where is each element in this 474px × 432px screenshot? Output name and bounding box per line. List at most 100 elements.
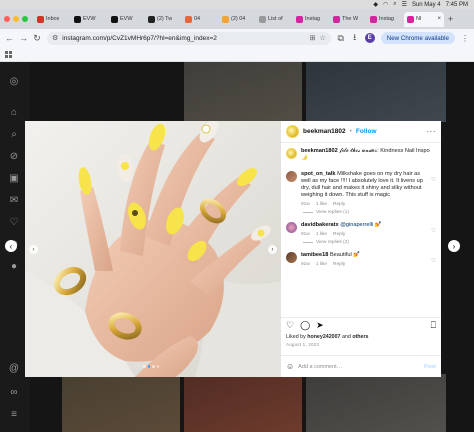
extensions-icon[interactable]: ⧉ (337, 33, 345, 44)
bookmark-star-icon[interactable]: ☆ (319, 34, 325, 42)
browser-tab[interactable]: The W (330, 12, 366, 27)
minimize-window-button[interactable] (13, 16, 19, 22)
url-text[interactable]: instagram.com/p/CvZ1vMHr6p7/?hl=en&img_i… (62, 35, 305, 42)
search-icon[interactable]: ⌕ (8, 128, 20, 140)
url-bar[interactable]: ⚙ instagram.com/p/CvZ1vMHr6p7/?hl=en&img… (47, 31, 331, 45)
profile-avatar[interactable]: E (364, 33, 375, 43)
post-modal: ‹ › beekman1802 • Follow ··· beekman1802… (25, 121, 441, 377)
likes-username[interactable]: honey242007 (307, 334, 340, 340)
threads-icon[interactable]: @ (8, 362, 20, 374)
author-avatar[interactable] (286, 148, 297, 159)
control-center-icon[interactable]: ☰ (402, 1, 407, 8)
view-replies-label[interactable]: View replies (1) (316, 210, 349, 215)
next-post-button[interactable]: › (448, 240, 460, 252)
maximize-window-button[interactable] (22, 16, 28, 22)
post-date: August 1, 2023 (286, 342, 320, 347)
browser-tab[interactable]: EVW (108, 12, 144, 27)
site-info-icon[interactable]: ⚙ (52, 34, 58, 42)
view-replies-label[interactable]: View replies (2) (316, 240, 349, 245)
commenter-avatar[interactable] (286, 222, 297, 233)
close-window-button[interactable] (4, 16, 10, 22)
meta-icon[interactable]: ∞ (8, 386, 20, 398)
grid-photo[interactable] (306, 62, 446, 122)
apps-grid-icon[interactable] (5, 50, 12, 58)
browser-tab[interactable]: EVW (71, 12, 107, 27)
author-avatar[interactable] (286, 125, 299, 138)
new-tab-button[interactable]: + (448, 14, 453, 24)
translate-icon[interactable]: ⊞ (310, 34, 316, 42)
address-toolbar: ← → ↻ ⚙ instagram.com/p/CvZ1vMHr6p7/?hl=… (0, 29, 474, 47)
chrome-menu-icon[interactable]: ⋮ (461, 34, 469, 43)
comment-mention[interactable]: @ginaperrelli 💅 (340, 222, 382, 228)
post-sidebar: beekman1802 • Follow ··· beekman1802 𝓯𝓲𝓵… (281, 121, 441, 377)
browser-tab[interactable]: Nl × (404, 11, 444, 27)
browser-tab[interactable]: List of (256, 12, 292, 27)
tab-title: (2) 04 (231, 16, 246, 22)
reels-icon[interactable]: ▣ (8, 172, 20, 184)
view-replies-button[interactable]: View replies (1) (281, 210, 441, 215)
tab-favicon-icon (259, 15, 266, 23)
notifications-heart-icon[interactable]: ♡ (8, 216, 20, 228)
grid-photo[interactable] (306, 374, 446, 432)
like-comment-heart-icon[interactable]: ♡ (431, 258, 436, 268)
like-comment-heart-icon[interactable]: ♡ (431, 228, 436, 238)
comment-bubble-icon[interactable]: ◯ (300, 320, 310, 331)
comment-likes[interactable]: 1 like (316, 231, 327, 238)
comment-likes[interactable]: 1 like (316, 201, 327, 208)
commenter-avatar[interactable] (286, 252, 297, 263)
tab-title: Nl (416, 16, 422, 22)
photo-next-button[interactable]: › (268, 245, 277, 254)
profile-icon[interactable]: ● (8, 260, 20, 272)
save-bookmark-icon[interactable]: ⎕ (431, 320, 436, 331)
browser-tab[interactable]: (2) 04 (219, 12, 255, 27)
previous-post-button[interactable]: ‹ (5, 240, 17, 252)
back-arrow-icon[interactable]: ← (5, 33, 14, 43)
browser-tab[interactable]: Inbox (34, 12, 70, 27)
grid-photo[interactable] (184, 374, 302, 432)
reload-icon[interactable]: ↻ (33, 33, 41, 44)
more-menu-icon[interactable]: ≡ (8, 408, 20, 420)
post-photo[interactable]: ‹ › (25, 121, 281, 377)
reply-button[interactable]: Reply (333, 201, 345, 208)
emoji-icon[interactable]: ☺ (286, 362, 294, 371)
reply-button[interactable]: Reply (333, 261, 345, 268)
explore-icon[interactable]: ⊘ (8, 150, 20, 162)
view-replies-button[interactable]: View replies (2) (281, 240, 441, 245)
author-username[interactable]: beekman1802 (303, 128, 346, 135)
wifi-icon[interactable]: ◠ (383, 1, 388, 8)
commenter-avatar[interactable] (286, 171, 297, 182)
share-paper-plane-icon[interactable]: ➤ (316, 320, 324, 331)
comment-username[interactable]: davidbakeratx (301, 222, 339, 228)
follow-button[interactable]: Follow (356, 128, 377, 135)
browser-tab[interactable]: 04 (182, 12, 218, 27)
comment-username[interactable]: spot_on_talk (301, 171, 336, 177)
messages-icon[interactable]: ✉ (8, 194, 20, 206)
caption-username[interactable]: beekman1802 (301, 148, 338, 154)
photo-previous-button[interactable]: ‹ (29, 245, 38, 254)
close-tab-icon[interactable]: × (437, 16, 441, 22)
tab-favicon-icon (407, 15, 414, 23)
reply-button[interactable]: Reply (333, 231, 345, 238)
new-chrome-available-button[interactable]: New Chrome available (380, 32, 455, 44)
home-icon[interactable]: ⌂ (8, 106, 20, 118)
add-comment-bar: ☺ Add a comment… Post (281, 355, 441, 377)
instagram-logo-icon[interactable]: ◎ (8, 75, 20, 87)
like-comment-heart-icon[interactable]: ♡ (431, 177, 436, 208)
grid-photo[interactable] (62, 374, 180, 432)
grid-photo[interactable] (62, 62, 180, 122)
browser-tab[interactable]: (2) Tw (145, 12, 181, 27)
browser-tab[interactable]: Instag (293, 12, 329, 27)
post-comment-button[interactable]: Post (424, 364, 436, 370)
comment-username[interactable]: tamibee18 (301, 252, 328, 258)
downloads-icon[interactable]: ⭳ (351, 30, 359, 46)
search-icon[interactable]: ⌕ (393, 1, 396, 8)
grid-photo[interactable] (184, 62, 302, 122)
comment-input[interactable]: Add a comment… (298, 364, 342, 370)
dropbox-icon[interactable]: ◆ (373, 1, 378, 8)
like-heart-icon[interactable]: ♡ (286, 320, 294, 331)
browser-tab[interactable]: Instag (367, 12, 403, 27)
forward-arrow-icon[interactable]: → (19, 33, 28, 43)
more-options-icon[interactable]: ··· (427, 127, 437, 136)
likes-others[interactable]: others (352, 334, 368, 340)
comment-likes[interactable]: 1 like (316, 261, 327, 268)
